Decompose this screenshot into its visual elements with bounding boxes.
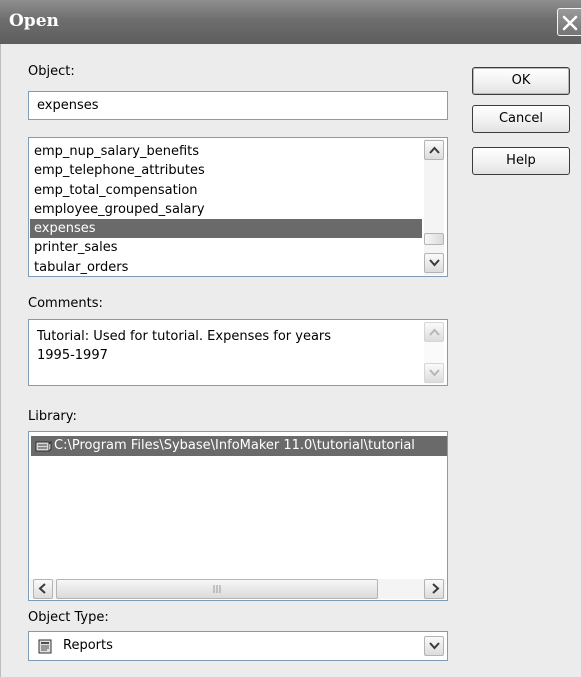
close-button[interactable] — [557, 8, 581, 36]
report-icon — [38, 639, 53, 658]
comments-scroll-up-button — [424, 322, 444, 342]
comments-box: Tutorial: Used for tutorial. Expenses fo… — [28, 319, 448, 386]
object-name-input[interactable] — [28, 91, 448, 120]
object-listbox[interactable]: emp_nup_salary_benefits emp_telephone_att… — [28, 137, 448, 277]
list-item[interactable]: emp_telephone_attributes — [30, 161, 422, 180]
dialog-title: Open — [9, 11, 59, 31]
object-list-items: emp_nup_salary_benefits emp_telephone_att… — [30, 142, 422, 276]
ok-button[interactable]: OK — [472, 67, 570, 95]
library-scroll-thumb[interactable] — [56, 579, 378, 599]
scroll-up-icon — [429, 328, 440, 336]
scroll-down-icon — [429, 259, 440, 267]
chevron-down-icon — [429, 642, 440, 650]
list-item[interactable]: printer_sales — [30, 238, 422, 257]
object-type-label: Object Type: — [28, 610, 109, 625]
object-type-select[interactable]: Reports — [28, 631, 448, 661]
title-bar[interactable]: Open — [0, 0, 581, 44]
library-path: C:\Program Files\Sybase\InfoMaker 11.0\t… — [54, 438, 415, 453]
comments-scrollbar — [424, 322, 444, 384]
library-icon — [35, 439, 52, 460]
dialog-body: Object: emp_nup_salary_benefitsemp_telep… — [0, 44, 581, 677]
list-item[interactable]: tabular_orders — [30, 258, 422, 276]
scroll-left-button[interactable] — [33, 579, 53, 599]
object-label: Object: — [28, 64, 75, 79]
library-listbox[interactable]: C:\Program Files\Sybase\InfoMaker 11.0\t… — [28, 431, 448, 601]
object-list-scrollbar[interactable] — [424, 139, 444, 275]
list-item[interactable]: emp_nup_salary_benefits — [30, 142, 422, 161]
object-list-scroll-thumb[interactable] — [424, 233, 444, 245]
scroll-up-icon — [429, 146, 440, 154]
object-type-value: Reports — [63, 638, 113, 653]
object-type-dropdown-button[interactable] — [424, 636, 444, 656]
grip-icon — [213, 585, 221, 593]
open-dialog: Open Object: emp_nup_salary_benefitsemp_… — [0, 0, 581, 677]
scroll-left-icon — [38, 583, 46, 594]
help-button[interactable]: Help — [472, 147, 570, 175]
library-horizontal-scrollbar[interactable] — [30, 579, 446, 599]
list-item[interactable]: emp_total_compensation — [30, 181, 422, 200]
cancel-button[interactable]: Cancel — [472, 105, 570, 133]
scroll-up-button[interactable] — [424, 140, 444, 160]
scroll-right-button[interactable] — [424, 579, 444, 599]
scroll-down-icon — [429, 369, 440, 377]
comments-scroll-down-button — [424, 363, 444, 383]
comments-label: Comments: — [28, 296, 103, 311]
library-item[interactable]: C:\Program Files\Sybase\InfoMaker 11.0\t… — [31, 436, 447, 456]
list-item[interactable]: employee_grouped_salary — [30, 200, 422, 219]
comments-text: Tutorial: Used for tutorial. Expenses fo… — [37, 329, 332, 363]
close-icon — [562, 15, 578, 31]
scroll-right-icon — [432, 583, 440, 594]
list-item[interactable]: expenses — [30, 219, 422, 239]
scroll-down-button[interactable] — [424, 253, 444, 273]
library-label: Library: — [28, 409, 77, 424]
